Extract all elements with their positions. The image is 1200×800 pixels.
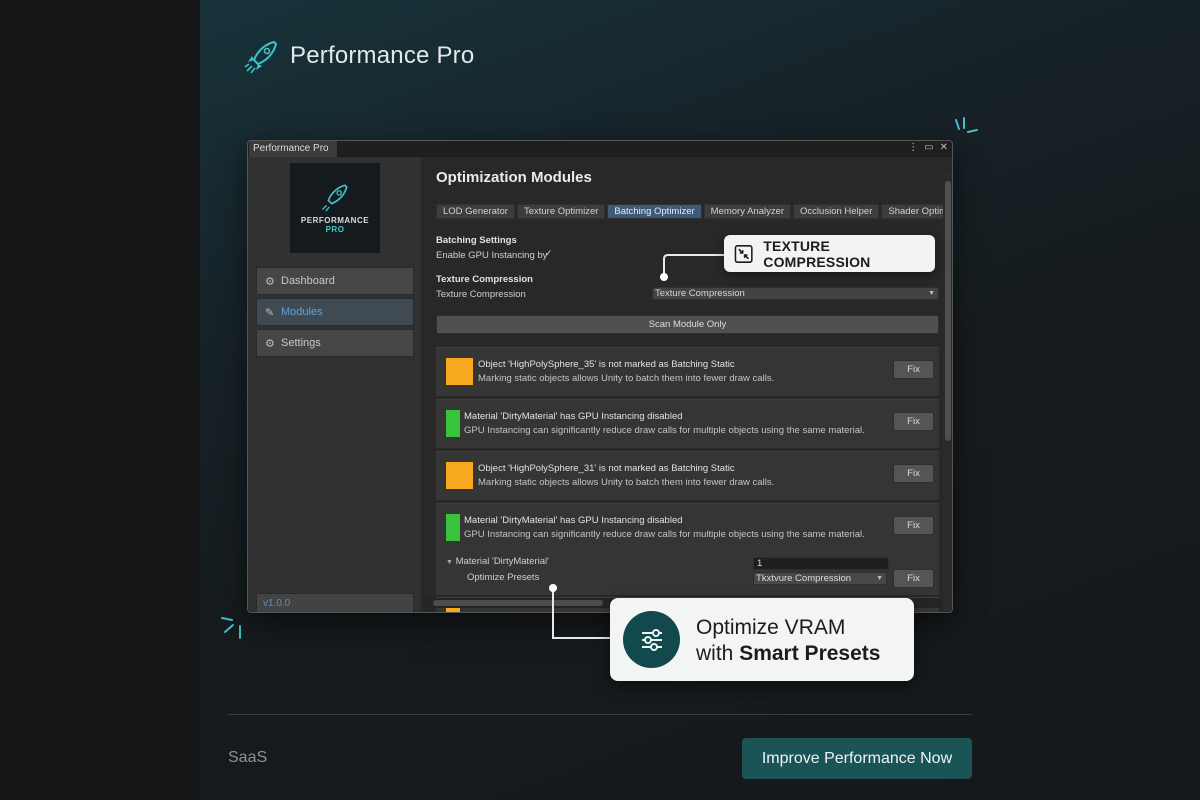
fix-button[interactable]: Fix [893,360,934,379]
sidebar-item-modules[interactable]: ✎ Modules [256,298,414,326]
tab-lod-generator[interactable]: LOD Generator [436,204,515,219]
fix-button[interactable]: Fix [893,464,934,483]
callout-line2-bold: Smart Presets [739,642,881,665]
vram-callout: Optimize VRAM with Smart Presets [610,598,914,681]
fix-button[interactable]: Fix [893,412,934,431]
product-splash-logo: PERFORMANCE PRO [290,163,380,253]
spark-decoration-icon [221,617,241,639]
callout-text: TEXTURE COMPRESSION [763,237,871,270]
ok-swatch [446,514,460,541]
splash-line2: PRO [325,225,345,234]
foldout-arrow-icon: ▼ [446,559,453,566]
compress-icon [734,244,753,263]
version-label: v1.0.0 [256,593,414,612]
maximize-icon[interactable]: ▭ [924,142,933,153]
module-tabs: LOD Generator Texture Optimizer Batching… [436,204,952,219]
texture-compression-label: Texture Compression [436,289,526,300]
gear-icon: ⚙ [265,275,275,288]
callout-line2-prefix: with [696,642,734,665]
brand-title: Performance Pro [290,42,475,69]
chevron-down-icon: ▼ [928,290,935,297]
ok-swatch [446,410,460,437]
rocket-logo-icon [244,38,280,74]
sidebar-item-label: Settings [281,337,321,349]
warning-swatch [446,358,473,385]
improve-performance-button[interactable]: Improve Performance Now [742,738,972,779]
more-options-icon[interactable]: ⋮ [908,142,918,153]
callout-line2: with Smart Presets [696,642,880,666]
tab-texture-optimizer[interactable]: Texture Optimizer [516,204,606,219]
brand-header: Performance Pro [244,38,474,74]
material-label: Material 'DirtyMaterial' [455,556,549,567]
tab-occlusion-helper[interactable]: Occlusion Helper [793,204,880,219]
fix-button[interactable]: Fix [893,569,934,588]
tab-batching-optimizer[interactable]: Batching Optimizer [607,204,702,219]
sliders-icon [623,611,680,668]
sidebar-item-settings[interactable]: ⚙ Settings [256,329,414,357]
spark-decoration-icon [955,117,978,133]
gpu-instancing-label: Enable GPU Instancing by [436,250,548,261]
material-value-field[interactable]: 1 [753,557,889,570]
rocket-logo-icon [322,184,348,212]
texture-compression-callout: TEXTURE COMPRESSION [724,235,935,272]
sidebar: PERFORMANCE PRO ⚙ Dashboard ✎ Modules ⚙ … [248,157,422,612]
optimize-presets-dropdown[interactable]: Tkxtvure Compression ▼ [753,572,887,585]
optimize-presets-label: Optimize Presets [467,572,540,583]
window-controls: ⋮ ▭ ✕ [908,142,948,153]
sidebar-item-dashboard[interactable]: ⚙ Dashboard [256,267,414,295]
callout-connectors [549,254,725,639]
callout-line1: Optimize VRAM [696,616,846,639]
scrollbar-thumb[interactable] [945,181,951,441]
footer-divider [228,714,972,715]
texture-compression-heading: Texture Compression [436,274,533,285]
fix-button[interactable]: Fix [893,516,934,535]
category-label: SaaS [228,749,268,766]
gear-icon: ⚙ [265,337,275,350]
sidebar-item-label: Modules [281,306,323,318]
chevron-down-icon: ▼ [876,575,883,582]
window-tab[interactable]: Performance Pro [249,141,337,157]
sidebar-item-label: Dashboard [281,275,335,287]
batching-settings-heading: Batching Settings [436,235,517,246]
close-icon[interactable]: ✕ [940,142,948,153]
vertical-scrollbar[interactable] [943,173,952,612]
window-titlebar: Performance Pro ⋮ ▭ ✕ [248,141,952,157]
tab-memory-analyzer[interactable]: Memory Analyzer [703,204,792,219]
wand-icon: ✎ [265,306,275,319]
warning-swatch [446,462,473,489]
dropdown-value: Tkxtvure Compression [756,573,852,584]
material-foldout[interactable]: ▼ Material 'DirtyMaterial' [446,556,549,567]
splash-line1: PERFORMANCE [300,216,370,225]
page-title: Optimization Modules [436,169,592,186]
